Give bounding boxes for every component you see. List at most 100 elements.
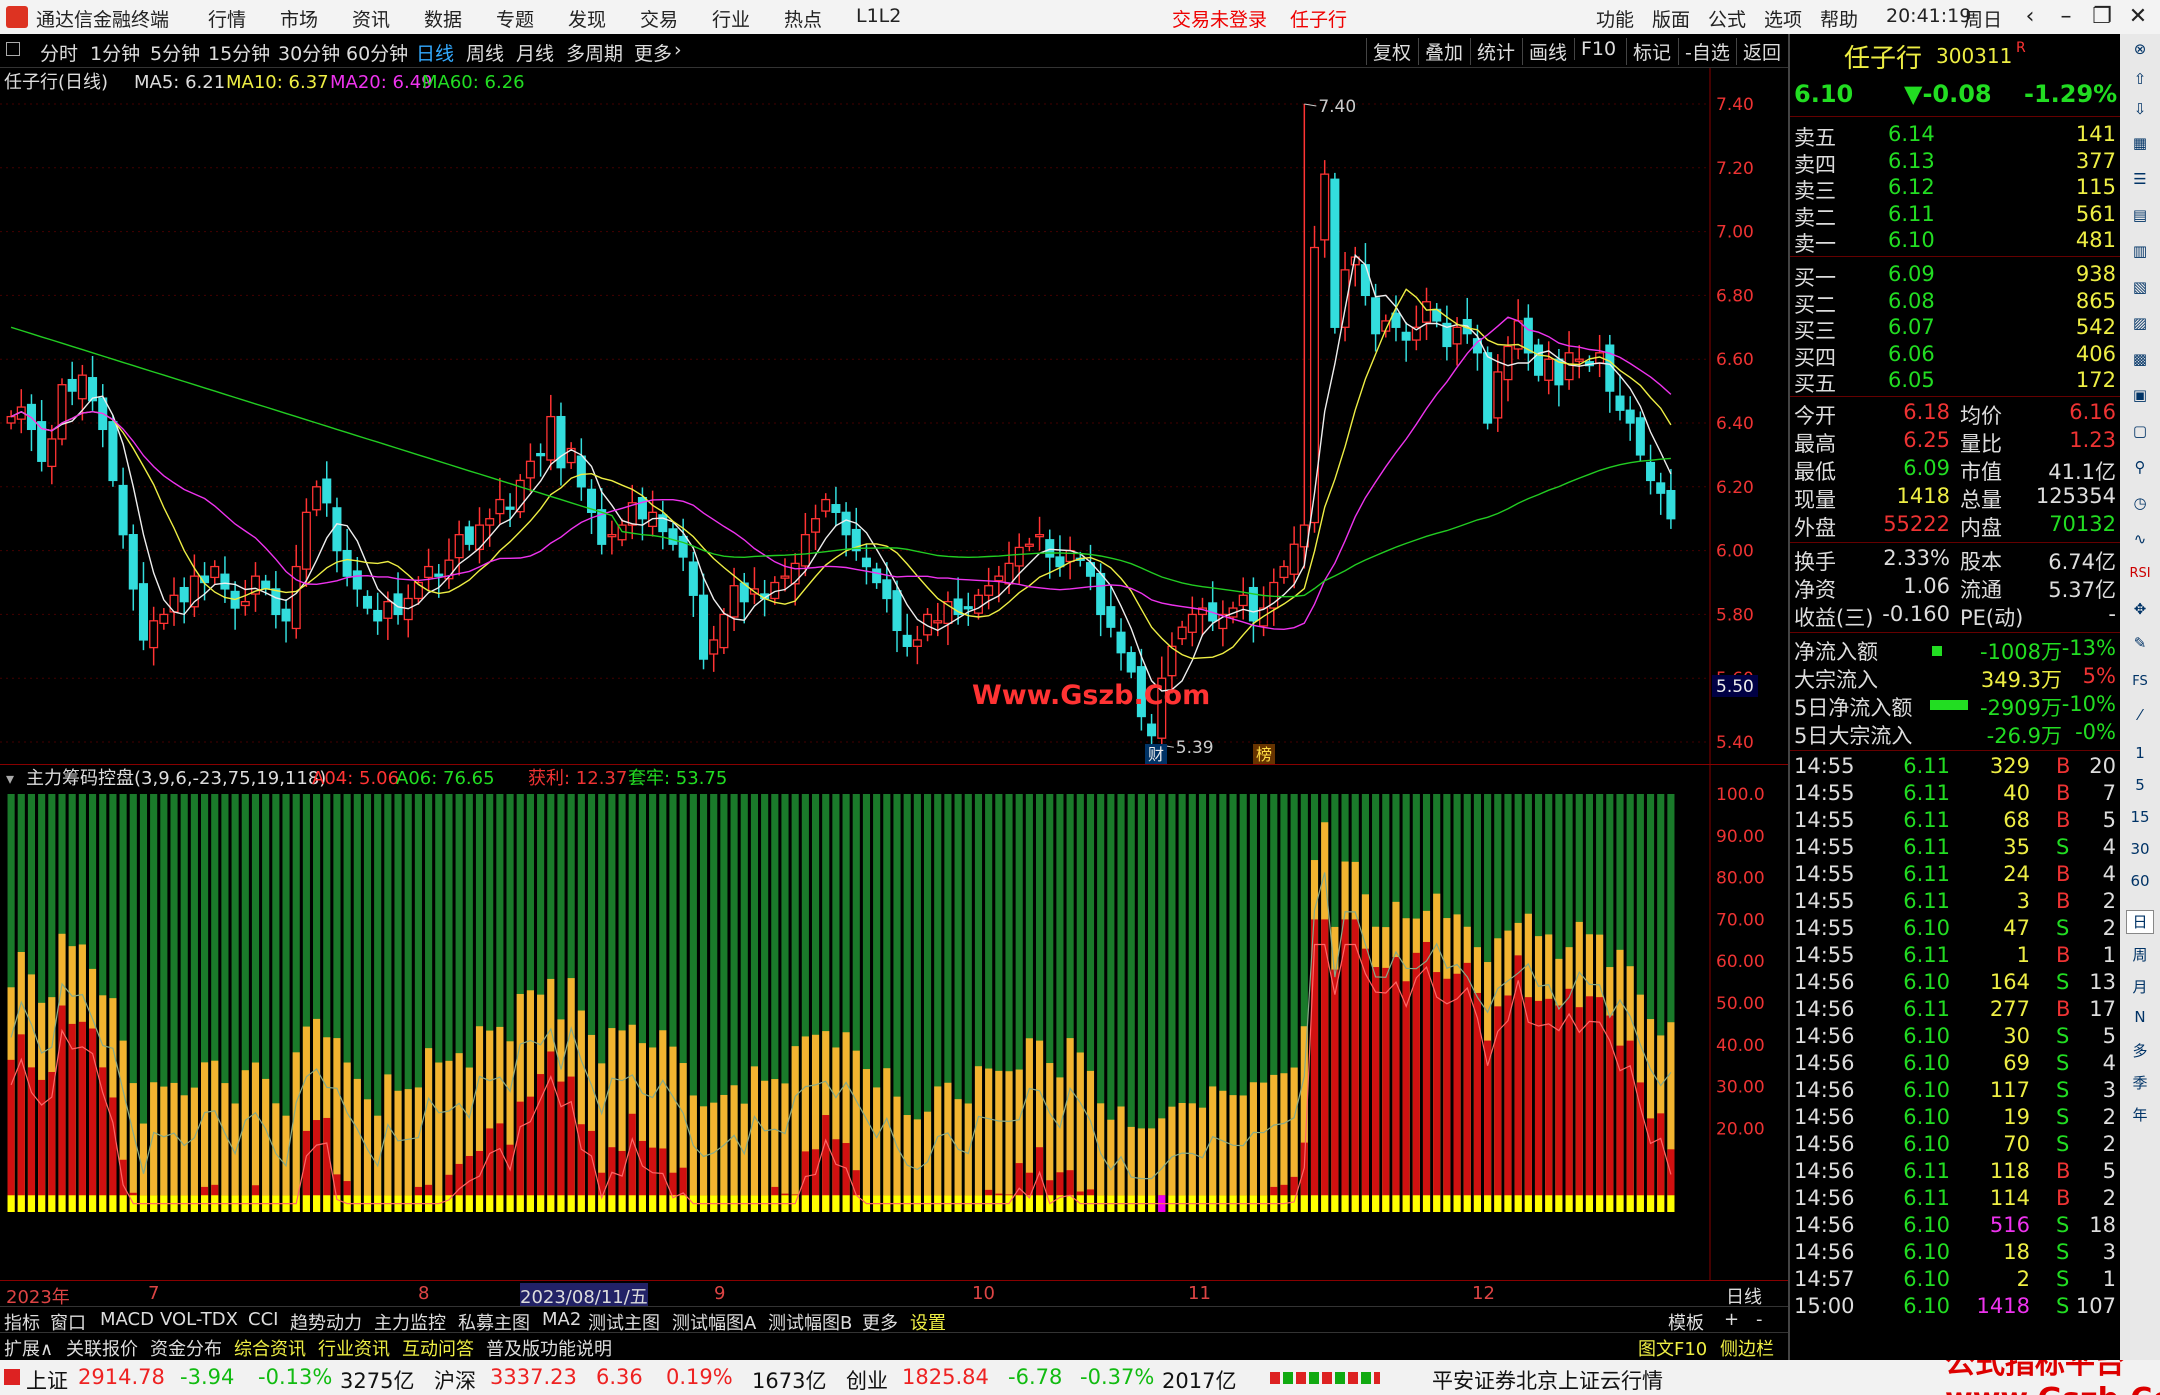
menu-help[interactable]: 帮助: [1820, 5, 1858, 32]
period-15min[interactable]: 15分钟: [208, 39, 270, 66]
menu-topics[interactable]: 专题: [496, 5, 534, 32]
report-icon[interactable]: ▢: [2126, 422, 2154, 446]
slash-icon[interactable]: ⁄: [2126, 706, 2154, 730]
chart-icon[interactable]: ▤: [2126, 206, 2154, 230]
menu-discover[interactable]: 发现: [568, 5, 606, 32]
tick-row[interactable]: 14:56 6.10 69 S 4: [1794, 1051, 2116, 1077]
bid-row[interactable]: 买三 6.07 542: [1794, 315, 2116, 343]
ask-row[interactable]: 卖五 6.14 141: [1794, 122, 2116, 150]
period-week-short[interactable]: 周: [2126, 944, 2154, 968]
arrow-up-icon[interactable]: ⇧: [2126, 70, 2154, 94]
tool-adjust[interactable]: 复权: [1366, 38, 1411, 65]
tick-row[interactable]: 14:56 6.10 70 S 2: [1794, 1132, 2116, 1158]
menu-industry[interactable]: 行业: [712, 5, 750, 32]
trade-login-status[interactable]: 交易未登录: [1172, 5, 1267, 32]
restore-icon[interactable]: ❐: [2084, 2, 2120, 32]
bid-row[interactable]: 买四 6.06 406: [1794, 342, 2116, 370]
period-n-short[interactable]: N: [2126, 1008, 2154, 1032]
grid-icon[interactable]: ▦: [2126, 134, 2154, 158]
chip-control-chart[interactable]: 100.0 90.00 80.00 70.00 60.00 50.00 40.00 30.00…: [0, 764, 1788, 1280]
tool-draw[interactable]: 画线: [1522, 38, 1567, 65]
tick-row[interactable]: 14:56 6.11 118 B 5: [1794, 1159, 2116, 1185]
search-icon[interactable]: ⚲: [2126, 458, 2154, 482]
period-15min-short[interactable]: 15: [2126, 808, 2154, 832]
minimize-icon[interactable]: –: [2048, 2, 2084, 32]
tick-row[interactable]: 14:56 6.10 19 S 2: [1794, 1105, 2116, 1131]
tab-vol[interactable]: VOL-TDX: [160, 1309, 238, 1330]
hs-index-name[interactable]: 沪深: [434, 1365, 476, 1395]
ask-row[interactable]: 卖四 6.13 377: [1794, 149, 2116, 177]
list-icon[interactable]: ☰: [2126, 170, 2154, 194]
fs-button[interactable]: FS: [2126, 674, 2154, 698]
tab-related-quotes[interactable]: 关联报价: [66, 1335, 138, 1361]
tick-row[interactable]: 14:56 6.11 277 B 17: [1794, 997, 2116, 1023]
chevron-down-icon[interactable]: ▾: [6, 769, 14, 788]
panel-toggle-icon[interactable]: [6, 42, 20, 56]
back-arrow-icon[interactable]: ‹: [2012, 2, 2048, 32]
cy-index-name[interactable]: 创业: [846, 1365, 888, 1395]
add-window-button[interactable]: +: [1724, 1309, 1739, 1330]
tool-f10[interactable]: F10: [1574, 38, 1616, 60]
period-60min[interactable]: 60分钟: [346, 39, 408, 66]
stat-row[interactable]: 换手 2.33% 股本 6.74亿: [1794, 546, 2116, 574]
tick-row[interactable]: 14:55 6.11 40 B 7: [1794, 781, 2116, 807]
candlestick-chart[interactable]: 7.407.207.006.806.606.406.206.005.805.60…: [0, 68, 1788, 764]
tick-row[interactable]: 14:56 6.10 30 S 5: [1794, 1024, 2116, 1050]
tab-expand[interactable]: 扩展∧: [4, 1335, 53, 1361]
tick-row[interactable]: 14:55 6.11 35 S 4: [1794, 835, 2116, 861]
stat-row[interactable]: 今开 6.18 均价 6.16: [1794, 400, 2116, 428]
menu-functions[interactable]: 功能: [1596, 5, 1634, 32]
period-30min-short[interactable]: 30: [2126, 840, 2154, 864]
tick-row[interactable]: 14:55 6.11 1 B 1: [1794, 943, 2116, 969]
menu-news[interactable]: 资讯: [352, 5, 390, 32]
tab-cci[interactable]: CCI: [248, 1309, 278, 1330]
clock-icon[interactable]: ◷: [2126, 494, 2154, 518]
tick-row[interactable]: 14:55 6.11 24 B 4: [1794, 862, 2116, 888]
tick-row[interactable]: 14:56 6.11 114 B 2: [1794, 1186, 2116, 1212]
close-icon[interactable]: ✕: [2120, 2, 2156, 32]
stat-row[interactable]: 收益(三) -0.160 PE(动) -: [1794, 602, 2116, 630]
menu-quotes[interactable]: 行情: [208, 5, 246, 32]
candle-icon[interactable]: ▥: [2126, 242, 2154, 266]
tick-row[interactable]: 14:55 6.11 329 B 20: [1794, 754, 2116, 780]
period-month-short[interactable]: 月: [2126, 976, 2154, 1000]
move-icon[interactable]: ✥: [2126, 600, 2154, 624]
menu-trade[interactable]: 交易: [640, 5, 678, 32]
tab-f10-graphic[interactable]: 图文F10: [1638, 1335, 1707, 1361]
sh-index-name[interactable]: 上证: [26, 1365, 68, 1395]
arrow-down-icon[interactable]: ⇩: [2126, 100, 2154, 124]
tool-watchlist[interactable]: -自选: [1678, 38, 1730, 65]
tick-row[interactable]: 14:56 6.10 164 S 13: [1794, 970, 2116, 996]
chevron-right-icon[interactable]: ›: [674, 39, 682, 61]
tick-row[interactable]: 14:55 6.10 47 S 2: [1794, 916, 2116, 942]
period-daily[interactable]: 日线: [416, 39, 454, 66]
tick-row[interactable]: 14:56 6.10 117 S 3: [1794, 1078, 2116, 1104]
period-60min-short[interactable]: 60: [2126, 872, 2154, 896]
tick-row[interactable]: 14:56 6.10 18 S 3: [1794, 1240, 2116, 1266]
finance-icon[interactable]: ▨: [2126, 314, 2154, 338]
tab-qa[interactable]: 互动问答: [402, 1335, 474, 1361]
flow-row[interactable]: 5日大宗流入 -26.9万 -0%: [1794, 720, 2116, 748]
menu-data[interactable]: 数据: [424, 5, 462, 32]
menu-formula[interactable]: 公式: [1708, 5, 1746, 32]
period-5min[interactable]: 5分钟: [150, 39, 200, 66]
period-multi[interactable]: 多周期: [566, 39, 623, 66]
event-finance-label[interactable]: 财: [1148, 745, 1164, 764]
remove-window-button[interactable]: -: [1756, 1309, 1763, 1330]
stat-row[interactable]: 最高 6.25 量比 1.23: [1794, 428, 2116, 456]
bid-row[interactable]: 买一 6.09 938: [1794, 262, 2116, 290]
tab-industry-news[interactable]: 行业资讯: [318, 1335, 390, 1361]
period-1min[interactable]: 1分钟: [90, 39, 140, 66]
flow-row[interactable]: 净流入额 -1008万 -13%: [1794, 636, 2116, 664]
ask-row[interactable]: 卖三 6.12 115: [1794, 175, 2116, 203]
period-multi-short[interactable]: 多: [2126, 1040, 2154, 1064]
ask-row[interactable]: 卖二 6.11 561: [1794, 202, 2116, 230]
ask-row[interactable]: 卖一 6.10 481: [1794, 228, 2116, 256]
close-panel-icon[interactable]: ⊗: [2126, 40, 2154, 64]
stat-row[interactable]: 最低 6.09 市值 41.1亿: [1794, 456, 2116, 484]
tick-row[interactable]: 14:56 6.10 516 S 18: [1794, 1213, 2116, 1239]
calendar-icon[interactable]: ▩: [2126, 350, 2154, 374]
wave-icon[interactable]: ∿: [2126, 530, 2154, 554]
period-monthly[interactable]: 月线: [516, 39, 554, 66]
tool-stats[interactable]: 统计: [1470, 38, 1515, 65]
